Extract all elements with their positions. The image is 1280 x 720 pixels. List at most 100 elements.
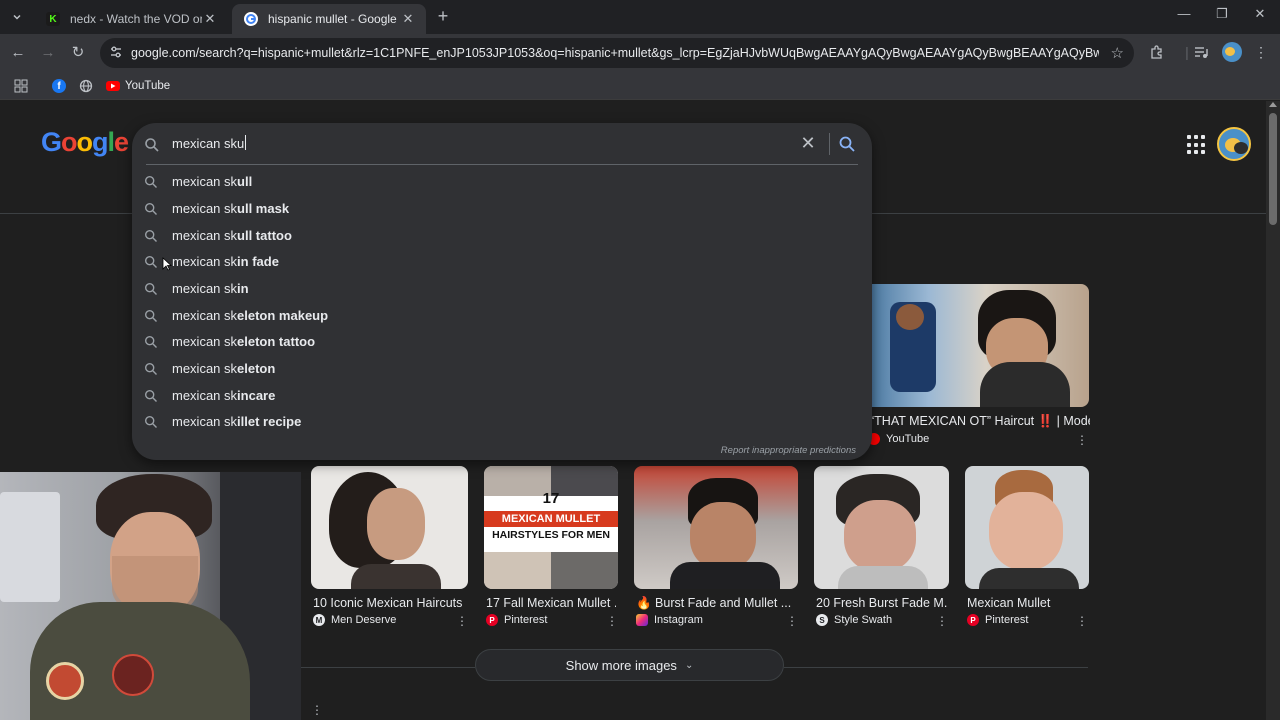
minimize-icon[interactable]: — [1169,6,1199,21]
image-caption[interactable]: 10 Iconic Mexican Haircuts ... [313,596,467,610]
show-more-images-button[interactable]: Show more images ⌄ [475,649,784,681]
image-source[interactable]: YouTube [868,433,929,445]
more-menu-icon[interactable]: ⋮ [1252,44,1270,61]
extensions-icon[interactable] [1148,44,1166,63]
logo-letter: G [41,127,62,157]
close-window-icon[interactable]: ✕ [1245,6,1275,22]
more-options-icon[interactable]: ⋮ [456,614,468,628]
reload-icon[interactable]: ↻ [68,43,88,63]
overlay-title: MEXICAN MULLET [484,511,618,527]
image-source[interactable]: S Style Swath [816,614,892,626]
webcam-overlay [0,472,301,720]
pinterest-icon: P [486,614,498,626]
search-submit-icon[interactable] [838,135,856,153]
overlay-number: 17 [542,490,560,507]
suggestion-item[interactable]: mexican skeleton tattoo [132,329,872,355]
close-icon[interactable]: ✕ [202,11,218,27]
logo-letter: e [114,127,129,157]
suggestion-prefix: mexican sk [172,254,238,269]
image-result[interactable] [965,466,1089,589]
suggestion-item[interactable]: mexican skin fade [132,249,872,275]
scroll-up-arrow-icon[interactable] [1269,102,1277,107]
tab-strip: K nedx - Watch the VOD on Kick ✕ hispani… [0,0,1280,34]
forward-arrow-icon[interactable]: → [38,43,58,63]
tab-title: nedx - Watch the VOD on Kick [70,12,202,26]
suggestion-completion: incare [237,388,276,403]
image-result[interactable] [634,466,798,589]
bookmark-youtube[interactable]: YouTube [106,77,170,95]
styleswath-icon: S [816,614,828,626]
search-icon [144,362,157,375]
suggestion-item[interactable]: mexican skull [132,169,872,195]
source-label: Instagram [654,614,703,626]
suggestion-prefix: mexican sk [172,174,238,189]
suggestion-prefix: mexican sk [172,361,238,376]
image-result[interactable]: 17 MEXICAN MULLET HAIRSTYLES FOR MEN [484,466,618,589]
suggestion-item[interactable]: mexican skull tattoo [132,223,872,249]
suggestion-item[interactable]: mexican skull mask [132,196,872,222]
close-icon[interactable]: ✕ [400,11,416,27]
more-options-icon[interactable]: ⋮ [606,614,618,628]
suggestion-item[interactable]: mexican skeleton [132,356,872,382]
image-source[interactable]: M Men Deserve [313,614,396,626]
more-options-icon[interactable]: ⋮ [311,703,323,717]
clear-search-icon[interactable]: ✕ [798,133,818,153]
image-caption[interactable]: 17 Fall Mexican Mullet ... [486,596,616,610]
profile-avatar[interactable] [1222,42,1242,62]
pinterest-icon: P [967,614,979,626]
image-source[interactable]: P Pinterest [967,614,1028,626]
image-source[interactable]: Instagram [636,614,703,626]
account-avatar[interactable] [1217,127,1251,161]
image-caption[interactable]: 20 Fresh Burst Fade M... [816,596,947,610]
suggestion-item[interactable]: mexican skincare [132,383,872,409]
image-result[interactable] [814,466,949,589]
bookmark-star-icon[interactable]: ☆ [1111,44,1124,62]
logo-letter: o [76,127,93,157]
suggestion-completion: ull [237,174,253,189]
image-caption[interactable]: Mexican Mullet [967,596,1087,610]
image-result[interactable] [311,466,468,589]
image-source[interactable]: P Pinterest [486,614,547,626]
restore-icon[interactable]: ❐ [1207,6,1237,22]
more-options-icon[interactable]: ⋮ [786,614,798,628]
report-predictions-link[interactable]: Report inappropriate predictions [721,445,856,456]
suggestion-item[interactable]: mexican skillet recipe [132,409,872,435]
back-arrow-icon[interactable]: ← [8,43,28,63]
suggestion-prefix: mexican sk [172,281,238,296]
image-caption[interactable]: 🔥 Burst Fade and Mullet ... [636,596,796,611]
google-logo[interactable]: Google [41,127,129,158]
page-scrollbar[interactable] [1266,101,1280,720]
google-apps-icon[interactable] [1187,135,1207,155]
media-controls-icon[interactable] [1192,44,1210,63]
facebook-icon: f [52,79,66,93]
search-icon [144,309,157,322]
image-result[interactable] [860,284,1089,407]
search-icon [144,335,157,348]
tab-search-button[interactable] [6,6,28,28]
suggestion-item[interactable]: mexican skin [132,276,872,302]
scrollbar-thumb[interactable] [1269,113,1277,225]
suggestion-completion: ull tattoo [237,228,292,243]
browser-toolbar: ← → ↻ google.com/search?q=hispanic+mulle… [0,34,1280,72]
new-tab-button[interactable]: + [434,7,452,26]
suggestion-prefix: mexican sk [172,308,238,323]
search-input[interactable]: mexican sku [172,135,247,151]
google-favicon [244,12,258,26]
more-options-icon[interactable]: ⋮ [936,614,948,628]
logo-letter: o [61,127,77,157]
search-autocomplete-panel: mexican sku ✕ mexican skull mexican skul… [132,123,872,460]
divider [146,164,858,165]
bookmark-globe[interactable] [79,77,93,95]
suggestion-item[interactable]: mexican skeleton makeup [132,303,872,329]
overlay-subtitle: HAIRSTYLES FOR MEN [492,529,610,541]
suggestion-completion: eleton [237,361,276,376]
more-options-icon[interactable]: ⋮ [1076,614,1088,628]
address-bar[interactable]: google.com/search?q=hispanic+mullet&rlz=… [100,38,1134,68]
more-options-icon[interactable]: ⋮ [1076,433,1088,447]
image-caption[interactable]: “THAT MEXICAN OT” Haircut ‼️ | Moder... [870,414,1090,429]
tab-google[interactable]: hispanic mullet - Google Search ✕ [232,4,426,34]
site-info-icon[interactable] [109,45,125,61]
tab-kick[interactable]: K nedx - Watch the VOD on Kick ✕ [34,4,228,34]
apps-grid-icon[interactable] [14,77,28,95]
bookmark-facebook[interactable]: f [52,77,66,95]
